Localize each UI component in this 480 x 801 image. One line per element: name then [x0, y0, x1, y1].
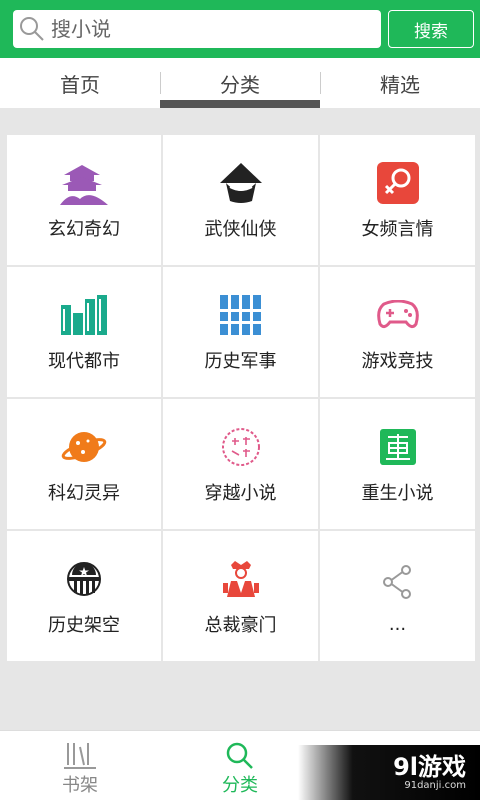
category-label: ...: [388, 613, 407, 635]
history-emblem-icon: [60, 555, 108, 603]
category-label: 游戏竞技: [361, 351, 434, 372]
watermark-sub: 91danji.com: [404, 780, 466, 791]
scroll-books-icon: [217, 291, 265, 339]
gamepad-icon: [374, 291, 422, 339]
search-input[interactable]: [49, 16, 353, 42]
watermark-logo: 9l游戏 91danji.com: [298, 745, 480, 800]
pagoda-icon: [60, 159, 108, 207]
female-symbol-icon: [374, 159, 422, 207]
tab-featured[interactable]: 精选: [320, 58, 480, 108]
category-time-travel[interactable]: 穿越小说: [163, 399, 318, 529]
category-label: 女频言情: [361, 219, 434, 240]
category-urban[interactable]: 现代都市: [7, 267, 161, 397]
category-grid: 玄幻奇幻 武侠仙侠 女频言情 现代都市 历史军事 游戏竞技 科幻灵异 穿越小说 …: [7, 135, 475, 662]
category-label: 科幻灵异: [48, 483, 120, 504]
category-wuxia[interactable]: 武侠仙侠: [163, 135, 318, 265]
city-buildings-icon: [60, 291, 108, 339]
nav-category-label: 分类: [222, 775, 258, 796]
top-bar: 搜索: [0, 0, 480, 58]
category-label: 玄幻奇幻: [48, 219, 120, 240]
share-nodes-icon: [374, 558, 422, 606]
nav-category[interactable]: 分类: [160, 731, 320, 801]
category-gaming[interactable]: 游戏竞技: [320, 267, 475, 397]
ceo-figure-icon: [217, 555, 265, 603]
rebirth-badge-icon: [374, 423, 422, 471]
category-label: 总裁豪门: [204, 615, 277, 636]
category-label: 穿越小说: [204, 483, 277, 504]
category-history-military[interactable]: 历史军事: [163, 267, 318, 397]
category-rebirth[interactable]: 重生小说: [320, 399, 475, 529]
nav-bookshelf-label: 书架: [62, 775, 98, 796]
swordsman-hat-icon: [217, 159, 265, 207]
category-ceo[interactable]: 总裁豪门: [163, 531, 318, 661]
search-icon: [20, 17, 44, 41]
category-label: 现代都市: [48, 351, 120, 372]
search-button[interactable]: 搜索: [388, 10, 474, 48]
seal-stamp-icon: [217, 423, 265, 471]
category-label: 武侠仙侠: [204, 219, 277, 240]
bookshelf-icon: [64, 743, 96, 769]
category-more[interactable]: ...: [320, 531, 475, 661]
watermark-main: 9l游戏: [393, 753, 466, 781]
category-tabs: 首页 分类 精选: [0, 58, 480, 108]
category-label: 重生小说: [361, 483, 434, 504]
tab-home[interactable]: 首页: [0, 58, 160, 108]
category-scifi[interactable]: 科幻灵异: [7, 399, 161, 529]
category-romance[interactable]: 女频言情: [320, 135, 475, 265]
search-box[interactable]: [13, 10, 381, 48]
category-fantasy[interactable]: 玄幻奇幻: [7, 135, 161, 265]
category-alt-history[interactable]: 历史架空: [7, 531, 161, 661]
search-icon: [226, 742, 253, 769]
category-label: 历史军事: [204, 351, 277, 372]
nav-bookshelf[interactable]: 书架: [0, 731, 160, 801]
planet-icon: [60, 423, 108, 471]
tab-category[interactable]: 分类: [160, 58, 320, 108]
category-label: 历史架空: [48, 615, 120, 636]
